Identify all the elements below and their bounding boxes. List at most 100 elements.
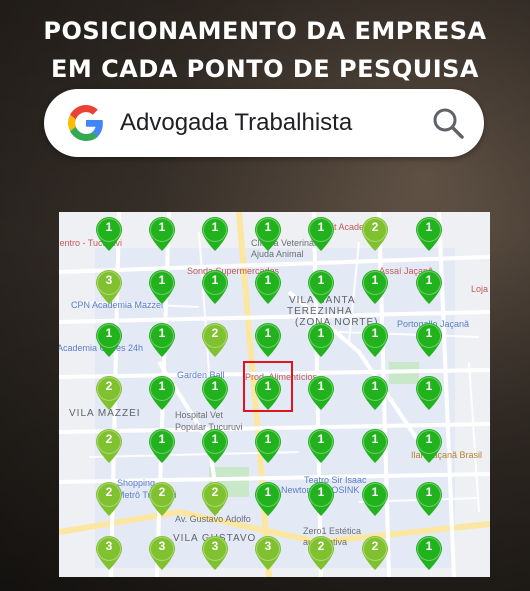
- ranking-pin[interactable]: 1: [308, 270, 334, 304]
- ranking-pin[interactable]: 1: [362, 376, 388, 410]
- ranking-pin[interactable]: 1: [255, 429, 281, 463]
- ranking-pin[interactable]: 1: [362, 323, 388, 357]
- ranking-pin[interactable]: 1: [308, 429, 334, 463]
- pin-rank: 1: [158, 220, 166, 234]
- pin-rank: 3: [105, 539, 113, 553]
- ranking-pin[interactable]: 1: [255, 323, 281, 357]
- ranking-pin[interactable]: 1: [149, 270, 175, 304]
- magnifier-icon[interactable]: [430, 105, 466, 141]
- ranking-pin[interactable]: 1: [308, 323, 334, 357]
- pin-rank: 1: [317, 273, 325, 287]
- pin-rank: 1: [317, 379, 325, 393]
- ranking-pin[interactable]: 1: [416, 270, 442, 304]
- ranking-pin[interactable]: 2: [202, 323, 228, 357]
- ranking-pin[interactable]: 1: [362, 270, 388, 304]
- ranking-pin[interactable]: 3: [96, 270, 122, 304]
- search-query[interactable]: Advogada Trabalhista: [120, 89, 352, 157]
- pin-rank: 2: [105, 432, 113, 446]
- ranking-pin[interactable]: 1: [96, 217, 122, 251]
- pin-rank: 1: [211, 273, 219, 287]
- pin-rank: 1: [317, 432, 325, 446]
- ranking-pin[interactable]: 1: [255, 270, 281, 304]
- ranking-pin[interactable]: 1: [149, 429, 175, 463]
- ranking-pin[interactable]: 2: [96, 429, 122, 463]
- pin-rank: 1: [425, 432, 433, 446]
- pin-rank: 1: [317, 485, 325, 499]
- ranking-pin[interactable]: 1: [202, 376, 228, 410]
- ranking-pin[interactable]: 1: [149, 323, 175, 357]
- ranking-pin[interactable]: 1: [202, 429, 228, 463]
- pin-rank: 1: [425, 220, 433, 234]
- pin-rank: 1: [371, 432, 379, 446]
- ranking-pin[interactable]: 2: [96, 376, 122, 410]
- ranking-pin[interactable]: 1: [362, 482, 388, 516]
- ranking-pin[interactable]: 2: [149, 482, 175, 516]
- pin-rank: 1: [264, 273, 272, 287]
- pin-rank: 1: [371, 273, 379, 287]
- pin-rank: 1: [264, 220, 272, 234]
- ranking-pin[interactable]: 1: [416, 217, 442, 251]
- pin-rank: 1: [211, 220, 219, 234]
- ranking-pin[interactable]: 1: [416, 482, 442, 516]
- ranking-pin[interactable]: 1: [255, 482, 281, 516]
- pin-rank: 3: [105, 273, 113, 287]
- pin-rank: 1: [425, 485, 433, 499]
- ranking-pin[interactable]: 2: [362, 217, 388, 251]
- pin-rank: 1: [158, 326, 166, 340]
- ranking-pin[interactable]: 3: [202, 536, 228, 570]
- ranking-pin[interactable]: 1: [202, 217, 228, 251]
- ranking-pin[interactable]: 1: [308, 217, 334, 251]
- pin-rank: 1: [425, 539, 433, 553]
- headline: POSICIONAMENTO DA EMPRESA EM CADA PONTO …: [0, 12, 530, 88]
- pin-rank: 1: [425, 326, 433, 340]
- pin-rank: 2: [371, 539, 379, 553]
- ranking-pin[interactable]: 3: [149, 536, 175, 570]
- ranking-pin[interactable]: 1: [308, 482, 334, 516]
- map-label: Zero1 Estética: [303, 526, 362, 536]
- pin-rank: 2: [105, 379, 113, 393]
- pin-rank: 1: [317, 326, 325, 340]
- pin-rank: 1: [105, 220, 113, 234]
- ranking-pin[interactable]: 1: [362, 429, 388, 463]
- pin-rank: 1: [371, 485, 379, 499]
- ranking-pin[interactable]: 1: [416, 376, 442, 410]
- ranking-pin[interactable]: 1: [416, 323, 442, 357]
- pin-rank: 1: [158, 273, 166, 287]
- ranking-pin[interactable]: 2: [96, 482, 122, 516]
- pin-rank: 1: [264, 432, 272, 446]
- ranking-pin[interactable]: 2: [308, 536, 334, 570]
- pin-rank: 1: [105, 326, 113, 340]
- ranking-pin[interactable]: 1: [255, 217, 281, 251]
- pin-rank: 2: [211, 326, 219, 340]
- ranking-pin[interactable]: 1: [96, 323, 122, 357]
- pin-rank: 1: [317, 220, 325, 234]
- ranking-pin[interactable]: 1: [149, 376, 175, 410]
- pin-rank: 1: [425, 273, 433, 287]
- map[interactable]: Agit Academia Centro - Tucuruvi Clínica Ve…: [59, 212, 490, 577]
- pin-rank: 1: [211, 432, 219, 446]
- ranking-pin[interactable]: 1: [308, 376, 334, 410]
- pin-rank: 1: [371, 326, 379, 340]
- ranking-pin[interactable]: 1: [416, 429, 442, 463]
- map-label: Hospital Vet: [175, 410, 224, 420]
- pin-rank: 1: [158, 379, 166, 393]
- ranking-pin[interactable]: 1: [416, 536, 442, 570]
- ranking-pin[interactable]: 3: [96, 536, 122, 570]
- pin-rank: 3: [264, 539, 272, 553]
- map-label: Loja Moda: [471, 284, 490, 294]
- ranking-pin[interactable]: 2: [362, 536, 388, 570]
- pin-rank: 2: [371, 220, 379, 234]
- headline-line-2: EM CADA PONTO DE PESQUISA: [51, 55, 479, 83]
- pin-rank: 2: [211, 485, 219, 499]
- pin-rank: 2: [317, 539, 325, 553]
- ranking-pin[interactable]: 2: [202, 482, 228, 516]
- pin-rank: 1: [158, 432, 166, 446]
- pin-rank: 3: [211, 539, 219, 553]
- pin-rank: 1: [425, 379, 433, 393]
- ranking-pin[interactable]: 3: [255, 536, 281, 570]
- pin-rank: 1: [264, 326, 272, 340]
- pin-rank: 1: [371, 379, 379, 393]
- ranking-pin[interactable]: 1: [149, 217, 175, 251]
- search-bar[interactable]: Advogada Trabalhista: [44, 89, 484, 157]
- ranking-pin[interactable]: 1: [202, 270, 228, 304]
